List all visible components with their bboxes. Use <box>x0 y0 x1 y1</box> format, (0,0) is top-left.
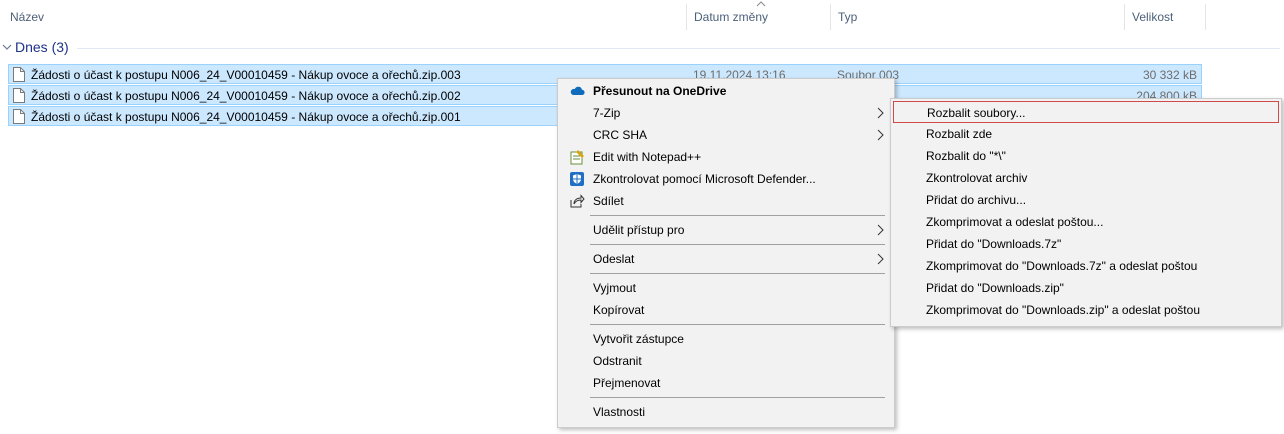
submenu-item-add-to-archive[interactable]: Přidat do archivu... <box>893 189 1279 211</box>
menu-item-label: Vlastnosti <box>593 405 646 419</box>
column-separator[interactable] <box>1124 4 1125 30</box>
menu-item-edit-notepad[interactable]: Edit with Notepad++ <box>560 146 892 168</box>
menu-separator <box>590 397 885 398</box>
submenu-item-extract-here[interactable]: Rozbalit zde <box>893 123 1279 145</box>
submenu-item-extract-to[interactable]: Rozbalit do "*\" <box>893 145 1279 167</box>
file-icon <box>13 88 25 103</box>
context-menu: Přesunout na OneDrive 7-Zip CRC SHA Edit… <box>557 78 895 428</box>
onedrive-icon <box>570 86 585 95</box>
file-size: 30 332 kB <box>1142 68 1197 82</box>
menu-item-rename[interactable]: Přejmenovat <box>560 372 892 394</box>
submenu-item-add-to-zip[interactable]: Přidat do "Downloads.zip" <box>893 277 1279 299</box>
menu-item-label: Zkontrolovat pomocí Microsoft Defender..… <box>593 172 816 186</box>
menu-item-copy[interactable]: Kopírovat <box>560 299 892 321</box>
menu-item-move-to-onedrive[interactable]: Přesunout na OneDrive <box>560 80 892 102</box>
menu-item-label: Rozbalit zde <box>926 127 993 141</box>
menu-item-cut[interactable]: Vyjmout <box>560 277 892 299</box>
chevron-right-icon <box>877 107 884 119</box>
chevron-right-icon <box>877 224 884 236</box>
file-icon <box>13 109 25 124</box>
submenu-item-compress-and-email[interactable]: Zkomprimovat a odeslat poštou... <box>893 211 1279 233</box>
column-header: Název Datum změny Typ Velikost <box>0 0 1284 34</box>
file-icon <box>13 67 25 82</box>
group-label: Dnes (3) <box>15 39 69 55</box>
menu-item-label: Přidat do "Downloads.7z" <box>926 237 1062 251</box>
menu-item-crc-sha[interactable]: CRC SHA <box>560 124 892 146</box>
menu-item-label: Odeslat <box>593 252 635 266</box>
share-icon <box>570 194 585 208</box>
group-header-today[interactable]: Dnes (3) <box>0 38 1284 58</box>
menu-item-label: Sdílet <box>593 194 624 208</box>
menu-item-defender-scan[interactable]: Zkontrolovat pomocí Microsoft Defender..… <box>560 168 892 190</box>
column-size-header[interactable]: Velikost <box>1126 0 1204 34</box>
submenu-item-test-archive[interactable]: Zkontrolovat archiv <box>893 167 1279 189</box>
menu-item-label: Udělit přístup pro <box>593 223 685 237</box>
menu-item-label: Zkomprimovat do "Downloads.zip" a odesla… <box>926 303 1200 317</box>
menu-item-label: Přesunout na OneDrive <box>593 84 727 98</box>
menu-separator <box>590 215 885 216</box>
menu-item-label: Rozbalit do "*\" <box>926 149 1006 163</box>
menu-separator <box>590 273 885 274</box>
menu-item-label: Přejmenovat <box>593 376 661 390</box>
column-separator[interactable] <box>686 4 687 30</box>
menu-separator <box>590 324 885 325</box>
column-separator[interactable] <box>830 4 831 30</box>
menu-item-label: Vyjmout <box>593 281 636 295</box>
menu-item-label: 7-Zip <box>593 106 621 120</box>
menu-item-label: Vytvořit zástupce <box>593 332 684 346</box>
column-type-header[interactable]: Typ <box>832 0 1122 34</box>
menu-item-label: Zkontrolovat archiv <box>926 171 1028 185</box>
submenu-item-add-to-7z[interactable]: Přidat do "Downloads.7z" <box>893 233 1279 255</box>
menu-item-send-to[interactable]: Odeslat <box>560 248 892 270</box>
submenu-item-compress-zip-email[interactable]: Zkomprimovat do "Downloads.zip" a odesla… <box>893 299 1279 321</box>
group-divider <box>77 48 1280 49</box>
menu-item-label: CRC SHA <box>593 128 648 142</box>
menu-item-label: Přidat do archivu... <box>926 193 1027 207</box>
menu-item-create-shortcut[interactable]: Vytvořit zástupce <box>560 328 892 350</box>
column-separator[interactable] <box>1205 4 1206 30</box>
file-name: Žádosti o účast k postupu N006_24_V00010… <box>31 68 461 82</box>
menu-item-label: Odstranit <box>593 354 642 368</box>
menu-item-label: Zkomprimovat do "Downloads.7z" a odeslat… <box>926 259 1198 273</box>
7zip-submenu: Rozbalit soubory... Rozbalit zde Rozbali… <box>890 98 1282 327</box>
menu-item-label: Kopírovat <box>593 303 645 317</box>
menu-item-delete[interactable]: Odstranit <box>560 350 892 372</box>
file-name: Žádosti o účast k postupu N006_24_V00010… <box>31 89 461 103</box>
column-name-header[interactable]: Název <box>4 0 684 34</box>
file-name: Žádosti o účast k postupu N006_24_V00010… <box>31 110 461 124</box>
menu-item-7zip[interactable]: 7-Zip <box>560 102 892 124</box>
notepad-plus-plus-icon <box>570 150 584 165</box>
menu-item-label: Přidat do "Downloads.zip" <box>926 281 1064 295</box>
submenu-item-extract-files[interactable]: Rozbalit soubory... <box>893 101 1279 123</box>
submenu-item-compress-7z-email[interactable]: Zkomprimovat do "Downloads.7z" a odeslat… <box>893 255 1279 277</box>
menu-item-label: Edit with Notepad++ <box>593 150 702 164</box>
menu-item-properties[interactable]: Vlastnosti <box>560 401 892 423</box>
menu-item-share[interactable]: Sdílet <box>560 190 892 212</box>
chevron-down-icon[interactable] <box>2 42 12 52</box>
chevron-right-icon <box>877 129 884 141</box>
menu-item-label: Rozbalit soubory... <box>927 106 1026 120</box>
defender-shield-icon <box>570 172 584 186</box>
menu-separator <box>590 244 885 245</box>
menu-item-label: Zkomprimovat a odeslat poštou... <box>926 215 1104 229</box>
column-date-header[interactable]: Datum změny <box>688 0 828 34</box>
chevron-right-icon <box>877 253 884 265</box>
menu-item-grant-access[interactable]: Udělit přístup pro <box>560 219 892 241</box>
